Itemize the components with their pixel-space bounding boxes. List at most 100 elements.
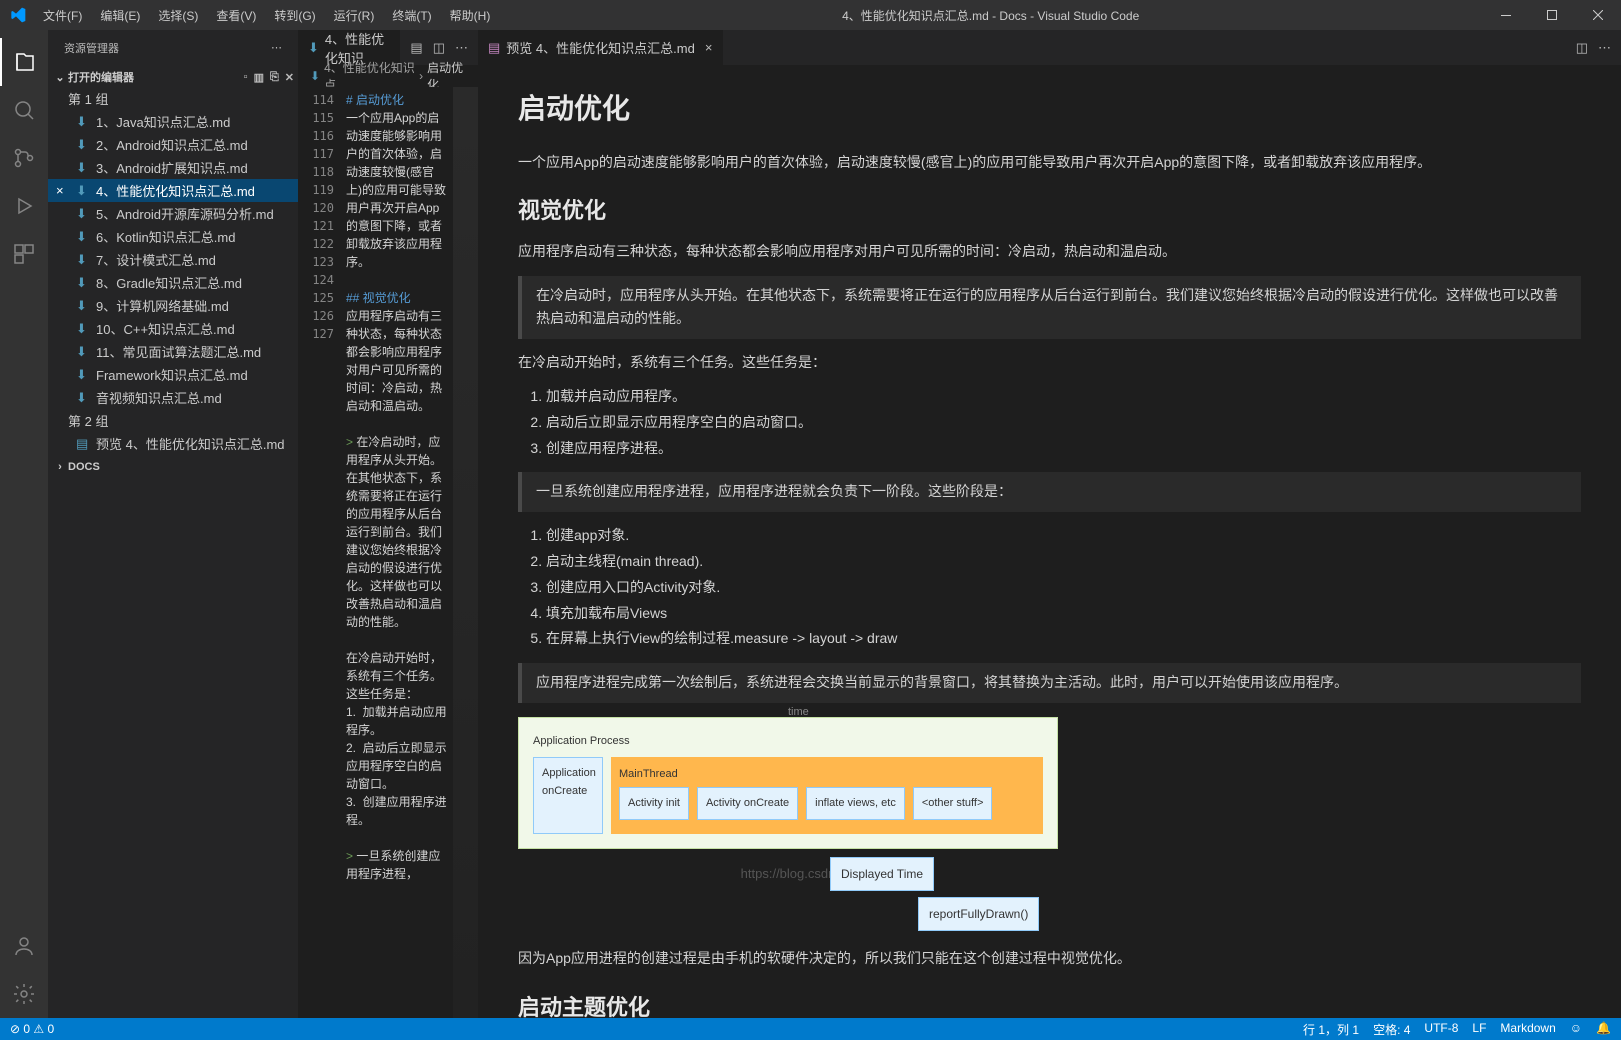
accounts-icon[interactable] (0, 922, 48, 970)
status-indent[interactable]: 空格: 4 (1373, 1021, 1410, 1038)
window-title: 4、性能优化知识点汇总.md - Docs - Visual Studio Co… (498, 7, 1483, 24)
open-editor-item[interactable]: ×⬇7、设计模式汇总.md (48, 248, 298, 271)
menu-bar: 文件(F) 编辑(E) 选择(S) 查看(V) 转到(G) 运行(R) 终端(T… (35, 3, 498, 28)
minimap[interactable] (453, 87, 478, 1018)
close-window-button[interactable] (1575, 0, 1621, 30)
list-item: 创建app对象. (546, 524, 1581, 548)
tab-label: 预览 4、性能优化知识点汇总.md (506, 38, 695, 57)
list-item: 创建应用入口的Activity对象. (546, 576, 1581, 600)
markdown-file-icon: ⬇ (76, 367, 92, 383)
open-editor-item[interactable]: ×⬇6、Kotlin知识点汇总.md (48, 225, 298, 248)
folder-label: DOCS (68, 461, 100, 473)
open-editor-item[interactable]: ×⬇4、性能优化知识点汇总.md (48, 179, 298, 202)
editor-group-2: 第 2 组 (48, 409, 298, 432)
breadcrumb[interactable]: ⬇ 4、性能优化知识点... › 启动优化 (298, 65, 478, 87)
open-editor-item[interactable]: ×⬇1、Java知识点汇总.md (48, 110, 298, 133)
markdown-file-icon: ⬇ (76, 229, 92, 245)
markdown-file-icon: ⬇ (76, 275, 92, 291)
code-content[interactable]: # 启动优化 一个应用App的启动速度能够影响用户的首次体验，启动速度较慢(感官… (342, 87, 452, 1018)
preview-file-icon: ▤ (76, 436, 92, 452)
menu-select[interactable]: 选择(S) (150, 3, 206, 28)
preview-icon[interactable]: ▤ (410, 40, 422, 56)
folder-section[interactable]: › DOCS (48, 459, 298, 475)
menu-file[interactable]: 文件(F) (35, 3, 90, 28)
markdown-file-icon: ⬇ (76, 137, 92, 153)
preview-h2: 视觉优化 (518, 192, 1581, 229)
preview-icon: ▤ (488, 40, 500, 56)
menu-help[interactable]: 帮助(H) (442, 3, 499, 28)
open-editor-item[interactable]: ×⬇3、Android扩展知识点.md (48, 156, 298, 179)
menu-edit[interactable]: 编辑(E) (92, 3, 148, 28)
open-editor-item[interactable]: ×⬇Framework知识点汇总.md (48, 363, 298, 386)
file-label: 9、计算机网络基础.md (96, 296, 229, 315)
menu-run[interactable]: 运行(R) (326, 3, 383, 28)
markdown-file-icon: ⬇ (76, 344, 92, 360)
status-language[interactable]: Markdown (1500, 1021, 1555, 1038)
status-eol[interactable]: LF (1472, 1021, 1486, 1038)
menu-view[interactable]: 查看(V) (208, 3, 264, 28)
more-icon[interactable]: ⋯ (455, 40, 468, 56)
split-editor-icon[interactable]: ◫ (1576, 40, 1588, 56)
markdown-preview[interactable]: 启动优化 一个应用App的启动速度能够影响用户的首次体验，启动速度较慢(感官上)… (478, 65, 1621, 1018)
extensions-icon[interactable] (0, 230, 48, 278)
toggle-layout-icon[interactable]: ▥ (254, 71, 264, 84)
explorer-icon[interactable] (0, 38, 48, 86)
status-errors[interactable]: ⊘ 0 ⚠ 0 (10, 1022, 54, 1036)
status-feedback-icon[interactable]: ☺ (1570, 1021, 1582, 1038)
search-icon[interactable] (0, 86, 48, 134)
preview-ol: 加载并启动应用程序。启动后立即显示应用程序空白的启动窗口。创建应用程序进程。 (546, 385, 1581, 460)
maximize-button[interactable] (1529, 0, 1575, 30)
file-label: Framework知识点汇总.md (96, 365, 248, 384)
settings-gear-icon[interactable] (0, 970, 48, 1018)
status-cursor-pos[interactable]: 行 1，列 1 (1303, 1021, 1359, 1038)
list-item: 启动后立即显示应用程序空白的启动窗口。 (546, 411, 1581, 435)
menu-terminal[interactable]: 终端(T) (384, 3, 439, 28)
open-editor-item[interactable]: ×⬇11、常见面试算法题汇总.md (48, 340, 298, 363)
close-all-icon[interactable]: ✕ (285, 71, 294, 84)
file-label: 5、Android开源库源码分析.md (96, 204, 274, 223)
file-label: 4、性能优化知识点汇总.md (96, 181, 255, 200)
preview-h1: 启动优化 (518, 85, 1581, 133)
sidebar-title: 资源管理器 (64, 40, 119, 56)
source-control-icon[interactable] (0, 134, 48, 182)
status-bell-icon[interactable]: 🔔 (1596, 1021, 1611, 1038)
activity-bar (0, 30, 48, 1018)
close-tab-icon[interactable]: × (705, 40, 713, 55)
code-editor[interactable]: 114 115 116 117 118 119 120 121 122 123 … (298, 87, 453, 1018)
sidebar-more-icon[interactable]: ⋯ (271, 41, 282, 54)
minimize-button[interactable] (1483, 0, 1529, 30)
markdown-file-icon: ⬇ (76, 321, 92, 337)
open-editor-item[interactable]: ×⬇8、Gradle知识点汇总.md (48, 271, 298, 294)
markdown-file-icon: ⬇ (308, 40, 319, 56)
open-editor-preview[interactable]: × ▤ 预览 4、性能优化知识点汇总.md (48, 432, 298, 455)
run-debug-icon[interactable] (0, 182, 48, 230)
open-editor-item[interactable]: ×⬇5、Android开源库源码分析.md (48, 202, 298, 225)
open-editor-item[interactable]: ×⬇9、计算机网络基础.md (48, 294, 298, 317)
markdown-file-icon: ⬇ (76, 206, 92, 222)
open-editor-item[interactable]: ×⬇音视频知识点汇总.md (48, 386, 298, 409)
open-editor-item[interactable]: ×⬇10、C++知识点汇总.md (48, 317, 298, 340)
preview-ol: 创建app对象.启动主线程(main thread).创建应用入口的Activi… (546, 524, 1581, 651)
file-label: 音视频知识点汇总.md (96, 388, 222, 407)
new-file-icon[interactable]: ▫ (244, 71, 248, 84)
file-label: 11、常见面试算法题汇总.md (96, 342, 261, 361)
split-editor-icon[interactable]: ◫ (433, 40, 445, 56)
more-icon[interactable]: ⋯ (1598, 40, 1611, 56)
menu-goto[interactable]: 转到(G) (266, 3, 323, 28)
tab-preview[interactable]: ▤ 预览 4、性能优化知识点汇总.md × (478, 30, 723, 65)
open-editors-section[interactable]: ⌄ 打开的编辑器 ▫ ▥ ⎘ ✕ (48, 67, 298, 87)
open-editor-item[interactable]: ×⬇2、Android知识点汇总.md (48, 133, 298, 156)
markdown-file-icon: ⬇ (76, 298, 92, 314)
status-encoding[interactable]: UTF-8 (1424, 1021, 1458, 1038)
markdown-file-icon: ⬇ (310, 69, 320, 83)
list-item: 创建应用程序进程。 (546, 437, 1581, 461)
file-label: 8、Gradle知识点汇总.md (96, 273, 242, 292)
list-item: 启动主线程(main thread). (546, 550, 1581, 574)
diagram-box: <other stuff> (913, 787, 993, 820)
markdown-file-icon: ⬇ (76, 252, 92, 268)
chevron-down-icon: ⌄ (52, 71, 68, 84)
file-label: 7、设计模式汇总.md (96, 250, 216, 269)
close-icon[interactable]: × (56, 183, 72, 198)
sidebar: 资源管理器 ⋯ ⌄ 打开的编辑器 ▫ ▥ ⎘ ✕ 第 1 组 ×⬇1、Java知… (48, 30, 298, 1018)
save-all-icon[interactable]: ⎘ (270, 71, 279, 84)
